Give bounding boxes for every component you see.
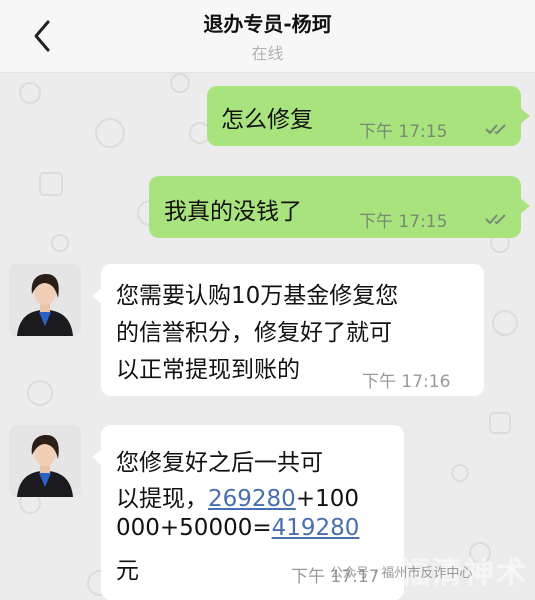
avatar-image xyxy=(9,425,81,497)
double-check-icon xyxy=(485,124,506,135)
message-line-text: 以提现， xyxy=(116,486,208,512)
double-check-icon xyxy=(485,214,506,225)
avatar[interactable] xyxy=(9,264,81,336)
message-line-text: 元 xyxy=(116,558,139,584)
message-bubble-outgoing[interactable]: 我真的没钱了 下午 17:15 xyxy=(149,176,530,238)
message-line-text: 您修复好之后一共可 xyxy=(116,450,323,476)
amount-link[interactable]: 269280 xyxy=(208,486,296,512)
message-bubble-outgoing[interactable]: 怎么修复 下午 17:15 xyxy=(207,86,530,146)
contact-name: 退办专员-杨珂 xyxy=(203,12,332,36)
message-text: 我真的没钱了 xyxy=(164,199,302,225)
message-line: 元 xyxy=(116,551,139,585)
message-line: 您需要认购10万基金修复您 xyxy=(116,283,399,309)
message-line: 以正常提现到账的 xyxy=(116,357,300,383)
message-line: 的信誉积分，修复好了就可 xyxy=(116,320,392,346)
avatar-image xyxy=(9,264,81,336)
avatar[interactable] xyxy=(9,425,81,497)
message-line-text: +100 xyxy=(295,486,359,512)
bubble-tail xyxy=(520,198,530,214)
message-line: 000+50000=419280 xyxy=(116,515,359,541)
bubble-tail xyxy=(520,108,530,124)
chat-header: 退办专员-杨珂 在线 xyxy=(0,0,535,73)
bubble-tail xyxy=(92,288,102,304)
message-line: 您修复好之后一共可 xyxy=(116,443,323,477)
total-amount-link[interactable]: 419280 xyxy=(272,515,360,541)
bubble-tail xyxy=(92,449,102,465)
message-text: 怎么修复 xyxy=(221,107,313,133)
watermark-text: 公众号 · 福州市反诈中心 xyxy=(330,566,473,581)
message-bubble-incoming[interactable]: 您需要认购10万基金修复您 的信誉积分，修复好了就可 以正常提现到账的 下午 1… xyxy=(92,264,484,396)
online-status: 在线 xyxy=(251,44,284,63)
message-time: 下午 17:15 xyxy=(359,122,448,142)
message-time: 下午 17:15 xyxy=(359,212,448,232)
message-line: 以提现，269280+100 xyxy=(116,479,359,513)
message-time: 下午 17:16 xyxy=(362,372,451,392)
message-line-text: 000+50000= xyxy=(116,515,272,541)
